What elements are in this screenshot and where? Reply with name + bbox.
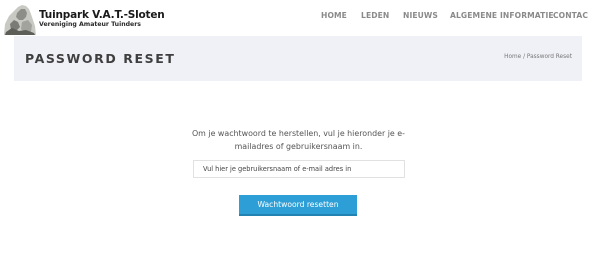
- main-nav: HOME LEDEN NIEUWS ALGEMENE INFORMATIE CO…: [0, 11, 589, 25]
- page-title-bar: PASSWORD RESET Home / Password Reset: [14, 36, 582, 81]
- site-header: Tuinpark V.A.T.-Sloten Vereniging Amateu…: [0, 0, 589, 36]
- nav-item-nieuws[interactable]: NIEUWS: [403, 11, 438, 20]
- nav-item-leden[interactable]: LEDEN: [361, 11, 389, 20]
- breadcrumb-current: Password Reset: [526, 54, 572, 60]
- nav-item-home[interactable]: HOME: [321, 11, 347, 20]
- breadcrumb-home-link[interactable]: Home: [504, 54, 521, 60]
- nav-item-algemene-informatie[interactable]: ALGEMENE INFORMATIE: [450, 11, 554, 20]
- username-or-email-input[interactable]: [193, 160, 405, 178]
- page-title: PASSWORD RESET: [25, 51, 176, 66]
- reset-password-button[interactable]: Wachtwoord resetten: [239, 195, 357, 216]
- breadcrumb: Home / Password Reset: [504, 54, 572, 60]
- reset-instructions: Om je wachtwoord te herstellen, vul je h…: [191, 129, 406, 151]
- nav-item-contact[interactable]: CONTAC: [553, 11, 588, 20]
